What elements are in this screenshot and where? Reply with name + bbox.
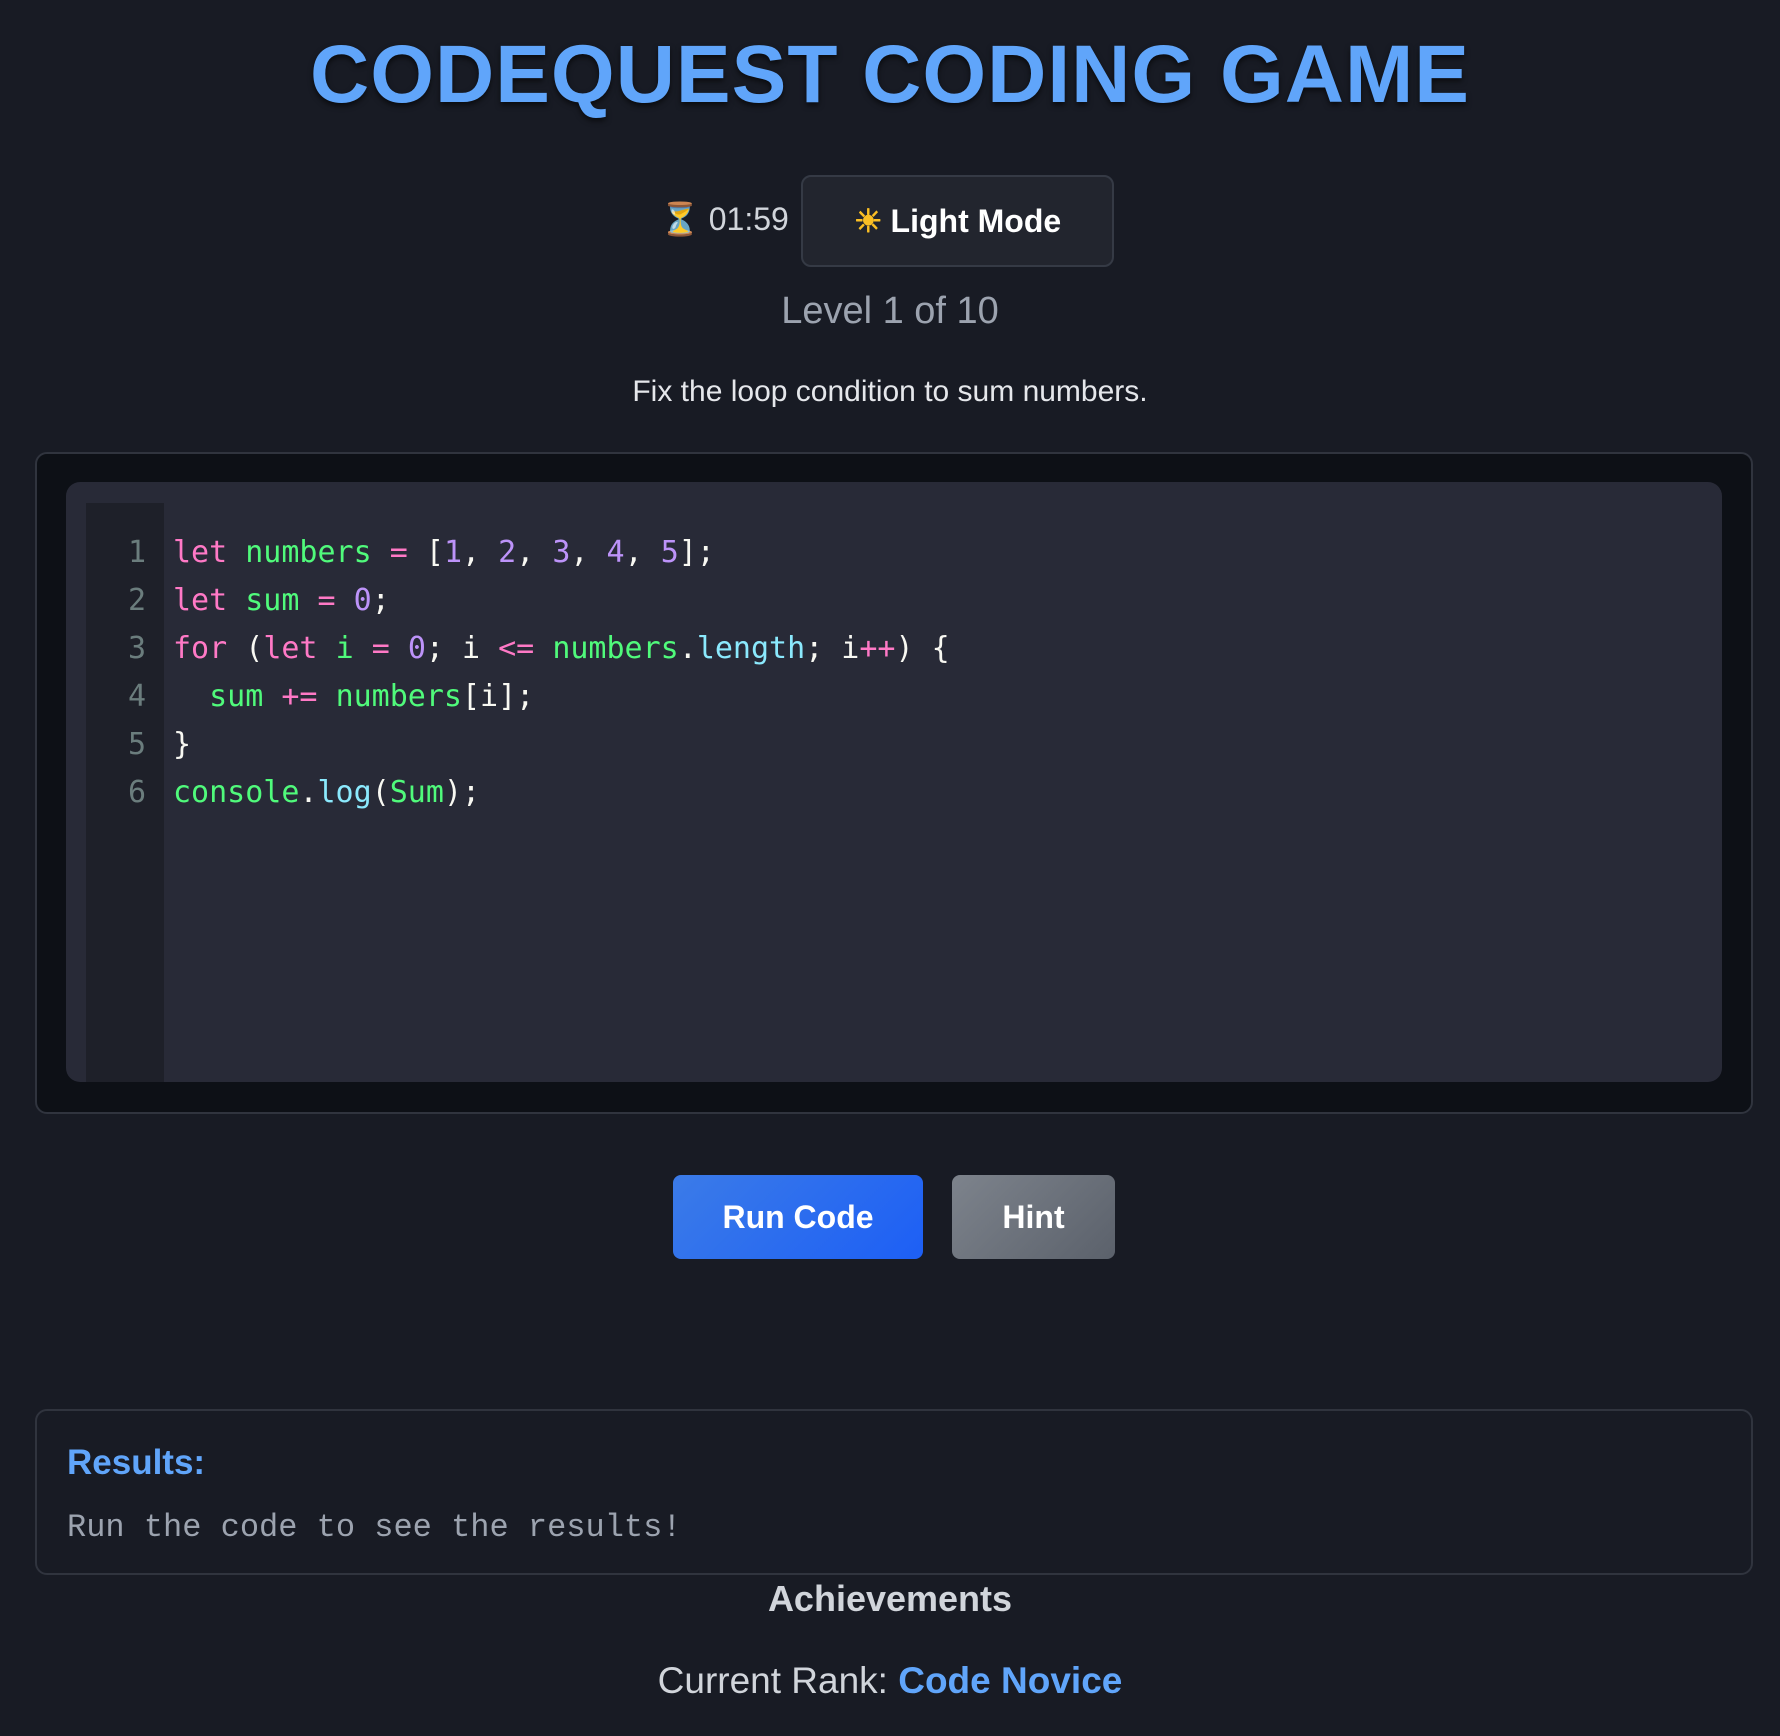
- line-number: 1: [127, 535, 146, 570]
- code-token: .: [678, 631, 697, 666]
- code-token: 3: [552, 535, 571, 570]
- code-token: sum: [209, 679, 264, 714]
- code-token: ,: [624, 535, 661, 570]
- code-token: [i];: [462, 679, 535, 714]
- code-token: console: [173, 775, 300, 810]
- code-token: );: [443, 775, 481, 810]
- run-code-button[interactable]: Run Code: [673, 1175, 923, 1259]
- code-token: sum: [245, 583, 300, 618]
- code-token: numbers: [552, 631, 679, 666]
- code-token: <=: [498, 631, 535, 666]
- code-token: numbers: [245, 535, 372, 570]
- line-number-gutter: 1 2 3 4 5 6: [86, 503, 164, 1082]
- code-token: ; i: [805, 631, 860, 666]
- code-token: (: [227, 631, 264, 666]
- line-number: 5: [127, 727, 146, 762]
- code-token: ,: [516, 535, 553, 570]
- results-output: Run the code to see the results!: [67, 1509, 682, 1546]
- code-token: i: [335, 631, 354, 666]
- rank-value: Code Novice: [898, 1660, 1123, 1701]
- page-title: CODEQUEST CODING GAME: [310, 29, 1470, 120]
- code-editor[interactable]: 123456 let numbers = [1, 2, 3, 4, 5]; let…: [66, 482, 1722, 1082]
- code-token: for: [173, 631, 228, 666]
- code-line[interactable]: for (let i = 0; i <= numbers.length; i++…: [173, 631, 950, 666]
- code-line[interactable]: let numbers = [1, 2, 3, 4, 5];: [173, 535, 715, 570]
- code-token: log: [317, 775, 372, 810]
- code-token: Sum: [389, 775, 444, 810]
- rank-label: Current Rank:: [657, 1660, 888, 1701]
- code-token: +=: [281, 679, 318, 714]
- line-number: 4: [127, 679, 146, 714]
- hint-button[interactable]: Hint: [952, 1175, 1115, 1259]
- code-token: let: [173, 535, 228, 570]
- light-mode-button[interactable]: ☀ Light Mode: [801, 175, 1114, 267]
- code-token: numbers: [335, 679, 462, 714]
- code-token: =: [389, 535, 408, 570]
- level-indicator: Level 1 of 10: [781, 290, 999, 332]
- code-token: 2: [498, 535, 517, 570]
- code-token: ,: [462, 535, 499, 570]
- timer: ⏳ 01:59: [660, 200, 789, 238]
- achievements-heading: Achievements: [767, 1578, 1013, 1619]
- code-token: .: [299, 775, 318, 810]
- code-token: 4: [606, 535, 625, 570]
- light-mode-label: Light Mode: [890, 202, 1062, 239]
- code-token: ) {: [895, 631, 950, 666]
- code-token: length: [696, 631, 806, 666]
- line-number: 6: [127, 775, 146, 810]
- results-title: Results:: [67, 1443, 206, 1482]
- code-token: let: [263, 631, 318, 666]
- code-token: 1: [443, 535, 462, 570]
- code-line[interactable]: }: [173, 727, 191, 762]
- task-description: Fix the loop condition to sum numbers.: [632, 375, 1148, 408]
- code-token: let: [173, 583, 228, 618]
- code-token: }: [173, 727, 192, 762]
- line-number: 2: [127, 583, 146, 618]
- sun-icon: ☀: [853, 203, 883, 239]
- timer-value: 01:59: [708, 201, 789, 237]
- code-token: ; i: [425, 631, 499, 666]
- code-token: ;: [371, 583, 390, 618]
- code-token: ,: [570, 535, 607, 570]
- current-rank: Current Rank: Code Novice: [0, 1660, 1780, 1702]
- code-token: ];: [678, 535, 715, 570]
- code-line[interactable]: let sum = 0;: [173, 583, 390, 618]
- code-token: ++: [859, 631, 896, 666]
- code-line[interactable]: sum += numbers[i];: [173, 679, 534, 714]
- code-token: 0: [353, 583, 372, 618]
- code-token: =: [371, 631, 390, 666]
- hourglass-icon: ⏳: [660, 201, 700, 237]
- code-token: 5: [660, 535, 679, 570]
- line-number: 3: [127, 631, 146, 666]
- code-token: [: [407, 535, 444, 570]
- code-line[interactable]: console.log(Sum);: [173, 775, 480, 810]
- code-token: =: [317, 583, 336, 618]
- code-token: (: [371, 775, 390, 810]
- results-panel: Results: Run the code to see the results…: [35, 1409, 1753, 1575]
- code-token: 0: [407, 631, 426, 666]
